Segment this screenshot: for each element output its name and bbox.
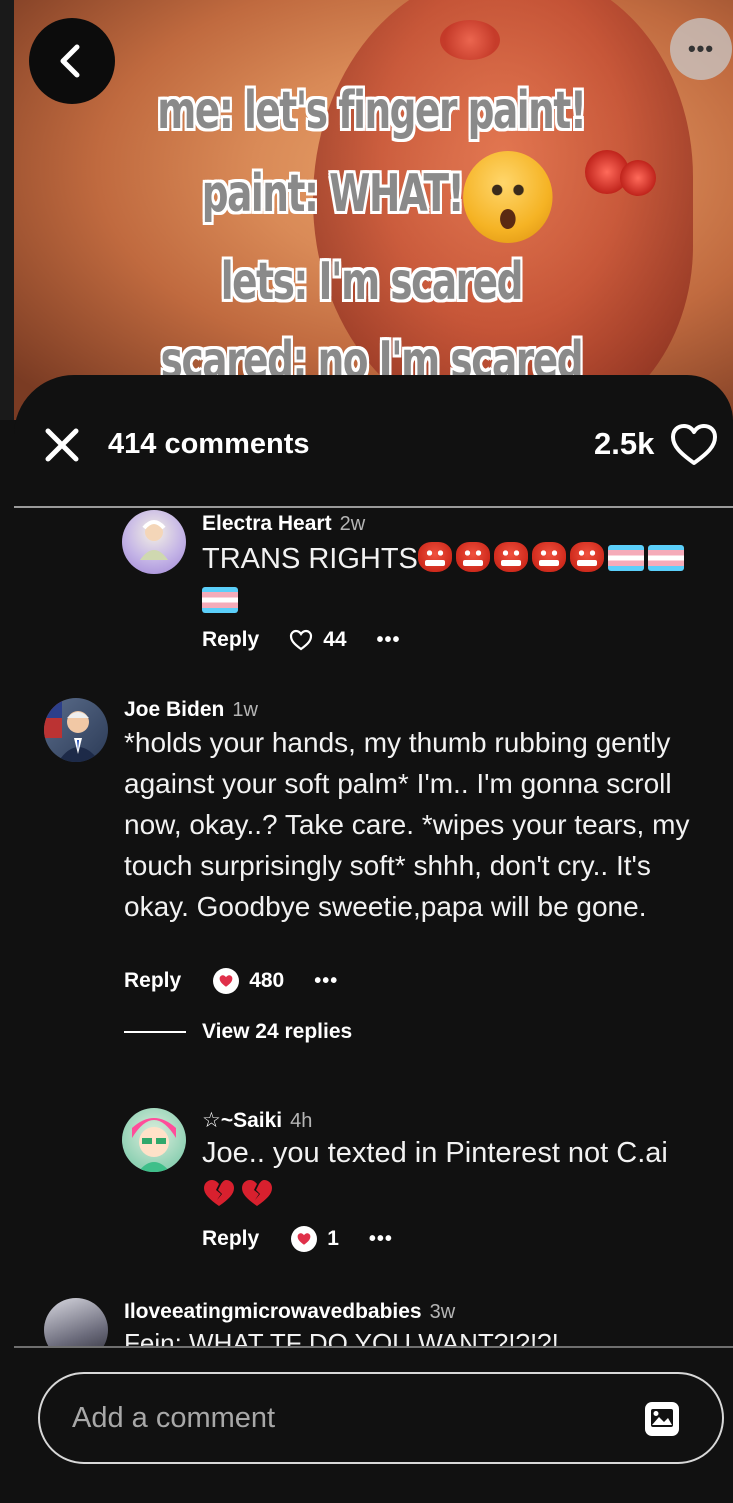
comment-actions: Reply 1 ••• xyxy=(202,1226,393,1252)
replies-line xyxy=(124,1031,186,1033)
more-options-button[interactable]: ••• xyxy=(670,18,732,80)
meme-line: me: let's finger paint! xyxy=(157,81,587,141)
meme-line: lets: I'm scared xyxy=(220,252,524,312)
comments-header: 414 comments 2.5k xyxy=(14,375,733,507)
ellipsis-icon[interactable]: ••• xyxy=(314,970,338,993)
broken-heart-icon xyxy=(202,1178,236,1208)
heart-outline-icon[interactable] xyxy=(289,629,313,651)
reply-button[interactable]: Reply xyxy=(202,1227,259,1251)
ellipsis-icon: ••• xyxy=(687,36,715,61)
ellipsis-icon[interactable]: ••• xyxy=(377,629,401,652)
pin-like-count: 2.5k xyxy=(594,426,655,461)
comment-text: *holds your hands, my thumb rubbing gent… xyxy=(124,727,690,922)
comment-time: 4h xyxy=(290,1110,313,1132)
transgender-flag-icon xyxy=(202,587,238,613)
heart-reaction-icon[interactable] xyxy=(213,968,240,994)
transgender-flag-icon xyxy=(607,545,644,571)
meme-line: paint: WHAT! xyxy=(108,151,636,243)
back-button[interactable] xyxy=(29,18,115,104)
comment-time: 2w xyxy=(339,513,366,535)
comment-actions: Reply 44 ••• xyxy=(202,628,401,652)
view-replies-button[interactable]: View 24 replies xyxy=(124,1020,352,1044)
reply-button[interactable]: Reply xyxy=(202,628,259,652)
comment-actions: Reply 480 ••• xyxy=(124,968,338,994)
comment-like-count: 1 xyxy=(327,1227,339,1250)
comment-count: 414 comments xyxy=(108,428,310,460)
comment-item: Joe Biden 1w *holds your hands, my thumb … xyxy=(14,698,733,1078)
avatar[interactable] xyxy=(44,698,108,762)
reply-item: ☆~Saiki 4h Joe.. you texted in Pinterest … xyxy=(14,1106,733,1276)
heart-outline-icon[interactable] xyxy=(670,423,718,467)
transgender-flag-icon xyxy=(647,545,684,571)
goblin-icon xyxy=(417,542,452,572)
flower-decoration xyxy=(440,20,500,60)
comment-time: 1w xyxy=(232,699,258,721)
comment-header: ☆~Saiki 4h xyxy=(202,1108,312,1133)
comment-text: Joe.. you texted in Pinterest not C.ai xyxy=(202,1132,722,1216)
chevron-left-icon xyxy=(60,44,80,78)
goblin-icon xyxy=(455,542,490,572)
goblin-icon xyxy=(493,542,528,572)
avatar[interactable] xyxy=(44,1298,108,1346)
comments-sheet: 414 comments 2.5k Electra Heart 2w TRANS … xyxy=(14,375,733,1503)
avatar[interactable] xyxy=(122,510,186,574)
heart-reaction-icon[interactable] xyxy=(291,1226,318,1252)
comment-text: Fein: WHAT TF DO YOU WANT?!?!?! xyxy=(124,1328,559,1346)
comment-item: Electra Heart 2w TRANS RIGHTS Reply 44 ••… xyxy=(14,508,733,668)
fearful-face-icon xyxy=(463,151,553,243)
composer-divider xyxy=(14,1346,733,1348)
goblin-icon xyxy=(569,542,604,572)
comment-header: Electra Heart 2w xyxy=(202,512,365,536)
frame-edge xyxy=(0,0,14,420)
comment-author[interactable]: Joe Biden xyxy=(124,698,224,721)
comment-composer xyxy=(38,1372,724,1464)
ellipsis-icon[interactable]: ••• xyxy=(369,1228,393,1251)
image-icon[interactable] xyxy=(644,1401,680,1437)
comment-item: Iloveeatingmicrowavedbabies 3w Fein: WHAT… xyxy=(14,1298,733,1346)
meme-caption: me: let's finger paint! paint: WHAT! let… xyxy=(108,72,636,401)
avatar[interactable] xyxy=(122,1108,186,1172)
comment-input[interactable] xyxy=(72,1398,612,1438)
comment-like-count: 480 xyxy=(249,969,285,992)
comments-list[interactable]: Electra Heart 2w TRANS RIGHTS Reply 44 ••… xyxy=(14,508,733,1346)
reply-button[interactable]: Reply xyxy=(124,969,181,993)
comment-header: Iloveeatingmicrowavedbabies 3w xyxy=(124,1300,455,1324)
comment-text: TRANS RIGHTS xyxy=(202,538,702,622)
close-icon[interactable] xyxy=(42,425,82,465)
broken-heart-icon xyxy=(240,1178,274,1208)
comment-time: 3w xyxy=(429,1301,456,1323)
comment-author[interactable]: ☆~Saiki xyxy=(202,1109,282,1132)
comment-like-count: 44 xyxy=(323,628,347,651)
comment-author[interactable]: Electra Heart xyxy=(202,512,332,535)
comment-header: Joe Biden 1w xyxy=(124,698,258,722)
goblin-icon xyxy=(531,542,566,572)
comment-author[interactable]: Iloveeatingmicrowavedbabies xyxy=(124,1300,422,1323)
